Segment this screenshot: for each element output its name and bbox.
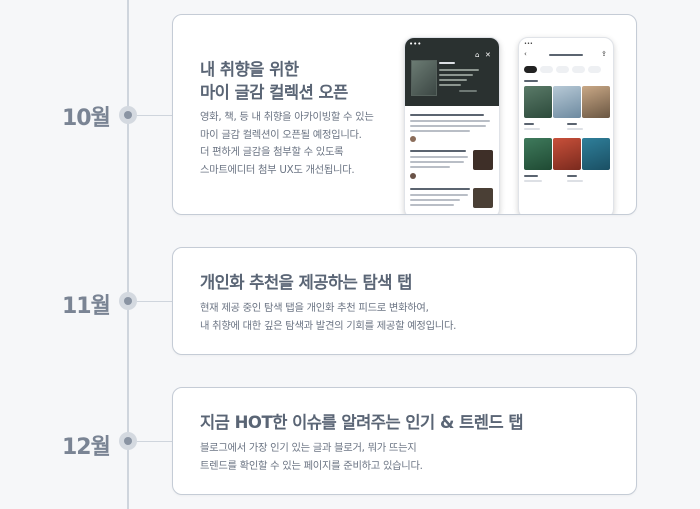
month-label-december: 12월 (62, 435, 111, 460)
filter-chip[interactable] (540, 66, 553, 73)
phone-mockup-collection: ••• ‹ ⇪ (518, 37, 614, 214)
movie-poster-image (411, 60, 437, 96)
timeline-dot-october (119, 106, 137, 124)
post-thumbnail (473, 150, 493, 170)
card-description: 현재 제공 중인 탐색 탭을 개인화 추천 피드로 변화하여, 내 취향에 대한… (200, 302, 457, 332)
avatar (410, 136, 416, 142)
avatar (410, 173, 416, 179)
collection-image[interactable] (524, 86, 552, 118)
timeline-connector (137, 301, 174, 302)
card-description: 영화, 책, 등 내 취향을 아카이빙할 수 있는 마이 글감 컬렉션이 오픈될… (200, 111, 374, 176)
collection-image[interactable] (524, 138, 552, 170)
card-description: 블로그에서 가장 인기 있는 글과 블로거, 뭐가 뜨는지 트렌드를 확인할 수… (200, 442, 423, 472)
back-chevron-icon[interactable]: ‹ (524, 51, 527, 58)
timeline-connector (137, 115, 174, 116)
month-label-november: 11월 (62, 294, 111, 319)
collection-image[interactable] (553, 86, 581, 118)
collection-image[interactable] (582, 138, 610, 170)
timeline-dot-november (119, 292, 137, 310)
status-bar-icon: ••• (409, 40, 422, 48)
roadmap-card-december: 지금 HOT한 이슈를 알려주는 인기 & 트렌드 탭 블로그에서 가장 인기 … (172, 387, 637, 495)
filter-chip-all[interactable] (524, 66, 537, 73)
home-icon: ⌂ (475, 51, 480, 59)
roadmap-card-october: 내 취향을 위한 마이 글감 컬렉션 오픈 영화, 책, 등 내 취향을 아카이… (172, 14, 637, 215)
filter-chip[interactable] (556, 66, 569, 73)
post-thumbnail (473, 188, 493, 208)
close-icon: ✕ (485, 51, 491, 59)
timeline-connector (137, 441, 174, 442)
collection-image[interactable] (582, 86, 610, 118)
collection-header-title (549, 54, 583, 56)
card-title: 지금 HOT한 이슈를 알려주는 인기 & 트렌드 탭 (200, 413, 524, 432)
timeline-dot-december (119, 432, 137, 450)
card-title: 내 취향을 위한 마이 글감 컬렉션 오픈 (200, 60, 348, 102)
status-bar-time: ••• (524, 41, 533, 47)
filter-chip[interactable] (572, 66, 585, 73)
collection-image[interactable] (553, 138, 581, 170)
filter-chip[interactable] (588, 66, 601, 73)
roadmap-card-november: 개인화 추천을 제공하는 탐색 탭 현재 제공 중인 탐색 탭을 개인화 추천 … (172, 247, 637, 355)
month-label-october: 10월 (62, 106, 111, 131)
phone-mockup-review: ••• ✕ ⌂ (404, 37, 500, 214)
share-icon[interactable]: ⇪ (601, 51, 607, 58)
card-title: 개인화 추천을 제공하는 탐색 탭 (200, 273, 412, 292)
